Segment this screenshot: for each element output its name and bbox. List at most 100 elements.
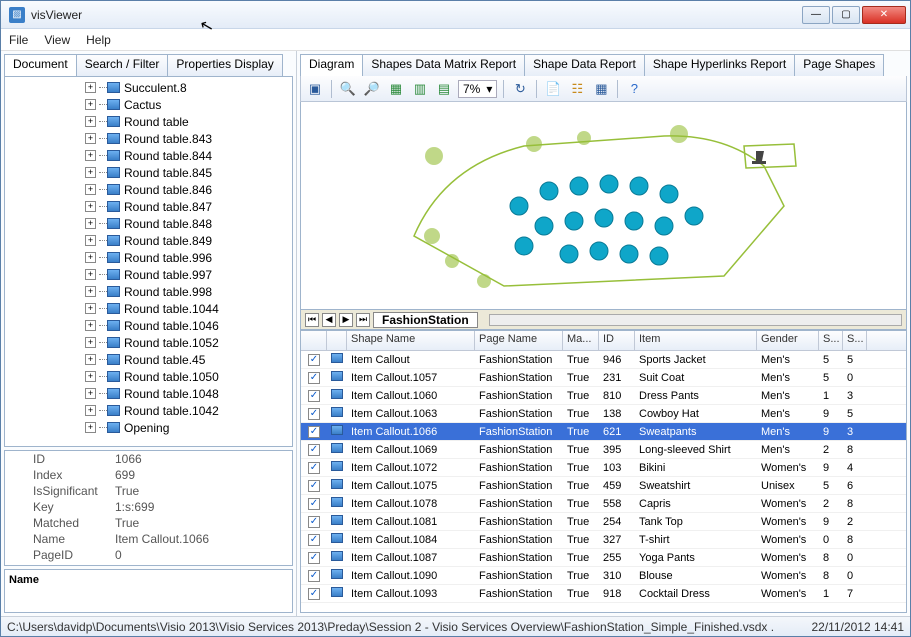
- tree-item[interactable]: +Round table.1042: [85, 402, 292, 419]
- page-width-icon[interactable]: ▥: [410, 79, 430, 99]
- tab-document[interactable]: Document: [4, 54, 77, 76]
- table-row[interactable]: ✓Item Callout.1057FashionStationTrue231S…: [301, 369, 906, 387]
- col-item[interactable]: Item: [635, 331, 757, 350]
- tab-shape-data-report[interactable]: Shape Data Report: [524, 54, 645, 76]
- property-row[interactable]: MatchedTrue: [5, 515, 292, 531]
- menu-help[interactable]: Help: [86, 33, 111, 47]
- visio-icon[interactable]: ▣: [305, 79, 325, 99]
- nav-first-icon[interactable]: ⏮: [305, 313, 319, 327]
- zoom-in-icon[interactable]: 🔍: [338, 79, 358, 99]
- tab-diagram[interactable]: Diagram: [300, 54, 363, 76]
- tree-item[interactable]: +Round table.844: [85, 147, 292, 164]
- expander-icon[interactable]: +: [85, 422, 96, 433]
- checkbox[interactable]: ✓: [308, 498, 320, 510]
- property-row[interactable]: ID1066: [5, 451, 292, 467]
- expander-icon[interactable]: +: [85, 337, 96, 348]
- grid-icon[interactable]: ▦: [591, 79, 611, 99]
- page-actual-icon[interactable]: ▤: [434, 79, 454, 99]
- data-grid[interactable]: Shape Name Page Name Ma... ID Item Gende…: [300, 330, 907, 613]
- refresh-icon[interactable]: ↻: [510, 79, 530, 99]
- col-page-name[interactable]: Page Name: [475, 331, 563, 350]
- checkbox[interactable]: ✓: [308, 372, 320, 384]
- expander-icon[interactable]: +: [85, 218, 96, 229]
- expander-icon[interactable]: +: [85, 116, 96, 127]
- expander-icon[interactable]: +: [85, 388, 96, 399]
- checkbox[interactable]: ✓: [308, 480, 320, 492]
- table-row[interactable]: ✓Item CalloutFashionStationTrue946Sports…: [301, 351, 906, 369]
- expander-icon[interactable]: +: [85, 269, 96, 280]
- tree-item[interactable]: +Round table.1044: [85, 300, 292, 317]
- checkbox[interactable]: ✓: [308, 354, 320, 366]
- checkbox[interactable]: ✓: [308, 588, 320, 600]
- expander-icon[interactable]: +: [85, 252, 96, 263]
- tree-item[interactable]: +Succulent.8: [85, 79, 292, 96]
- tree-item[interactable]: +Round table.1046: [85, 317, 292, 334]
- tree-item[interactable]: +Round table.843: [85, 130, 292, 147]
- table-row[interactable]: ✓Item Callout.1072FashionStationTrue103B…: [301, 459, 906, 477]
- page-fit-icon[interactable]: ▦: [386, 79, 406, 99]
- zoom-out-icon[interactable]: 🔎: [362, 79, 382, 99]
- property-row[interactable]: IsSignificantTrue: [5, 483, 292, 499]
- tree-item[interactable]: +Opening: [85, 419, 292, 436]
- expander-icon[interactable]: +: [85, 354, 96, 365]
- table-row[interactable]: ✓Item Callout.1075FashionStationTrue459S…: [301, 477, 906, 495]
- maximize-button[interactable]: ▢: [832, 6, 860, 24]
- property-row[interactable]: Key1:s:699: [5, 499, 292, 515]
- tree-item[interactable]: +Round table.845: [85, 164, 292, 181]
- expander-icon[interactable]: +: [85, 167, 96, 178]
- tree-item[interactable]: +Round table.846: [85, 181, 292, 198]
- tree-item[interactable]: +Round table.996: [85, 249, 292, 266]
- nav-next-icon[interactable]: ▶: [339, 313, 353, 327]
- table-row[interactable]: ✓Item Callout.1066FashionStationTrue621S…: [301, 423, 906, 441]
- expander-icon[interactable]: +: [85, 184, 96, 195]
- property-row[interactable]: NameItem Callout.1066: [5, 531, 292, 547]
- tab-search[interactable]: Search / Filter: [76, 54, 169, 76]
- table-row[interactable]: ✓Item Callout.1093FashionStationTrue918C…: [301, 585, 906, 603]
- tab-shape-hyperlinks[interactable]: Shape Hyperlinks Report: [644, 54, 795, 76]
- menu-view[interactable]: View: [44, 33, 70, 47]
- expander-icon[interactable]: +: [85, 201, 96, 212]
- tree-item[interactable]: +Round table.1052: [85, 334, 292, 351]
- tree-item[interactable]: +Round table: [85, 113, 292, 130]
- tree-item[interactable]: +Round table.998: [85, 283, 292, 300]
- col-s2[interactable]: S...: [843, 331, 867, 350]
- minimize-button[interactable]: —: [802, 6, 830, 24]
- checkbox[interactable]: ✓: [308, 408, 320, 420]
- expander-icon[interactable]: +: [85, 235, 96, 246]
- expander-icon[interactable]: +: [85, 99, 96, 110]
- tree-item[interactable]: +Round table.847: [85, 198, 292, 215]
- property-row[interactable]: PageID0: [5, 547, 292, 563]
- table-row[interactable]: ✓Item Callout.1078FashionStationTrue558C…: [301, 495, 906, 513]
- tree-item[interactable]: +Cactus: [85, 96, 292, 113]
- checkbox[interactable]: ✓: [308, 444, 320, 456]
- tab-shapes-data-matrix[interactable]: Shapes Data Matrix Report: [362, 54, 525, 76]
- table-row[interactable]: ✓Item Callout.1063FashionStationTrue138C…: [301, 405, 906, 423]
- nav-last-icon[interactable]: ⏭: [356, 313, 370, 327]
- checkbox[interactable]: ✓: [308, 462, 320, 474]
- diagram-canvas[interactable]: [300, 102, 907, 310]
- table-row[interactable]: ✓Item Callout.1081FashionStationTrue254T…: [301, 513, 906, 531]
- expander-icon[interactable]: +: [85, 371, 96, 382]
- table-row[interactable]: ✓Item Callout.1090FashionStationTrue310B…: [301, 567, 906, 585]
- checkbox[interactable]: ✓: [308, 426, 320, 438]
- col-gender[interactable]: Gender: [757, 331, 819, 350]
- col-shape-name[interactable]: Shape Name: [347, 331, 475, 350]
- checkbox[interactable]: ✓: [308, 516, 320, 528]
- tree-item[interactable]: +Round table.849: [85, 232, 292, 249]
- expander-icon[interactable]: +: [85, 150, 96, 161]
- help-icon[interactable]: ?: [624, 79, 644, 99]
- col-matched[interactable]: Ma...: [563, 331, 599, 350]
- tree-item[interactable]: +Round table.848: [85, 215, 292, 232]
- checkbox[interactable]: ✓: [308, 570, 320, 582]
- table-row[interactable]: ✓Item Callout.1087FashionStationTrue255Y…: [301, 549, 906, 567]
- sheet-tab[interactable]: FashionStation: [373, 312, 478, 328]
- tree-item[interactable]: +Round table.1050: [85, 368, 292, 385]
- horizontal-scrollbar[interactable]: [489, 314, 902, 326]
- expander-icon[interactable]: +: [85, 82, 96, 93]
- col-s1[interactable]: S...: [819, 331, 843, 350]
- expander-icon[interactable]: +: [85, 303, 96, 314]
- document-tree[interactable]: +Succulent.8+Cactus+Round table+Round ta…: [5, 77, 292, 446]
- table-row[interactable]: ✓Item Callout.1069FashionStationTrue395L…: [301, 441, 906, 459]
- close-button[interactable]: ✕: [862, 6, 906, 24]
- tree-item[interactable]: +Round table.1048: [85, 385, 292, 402]
